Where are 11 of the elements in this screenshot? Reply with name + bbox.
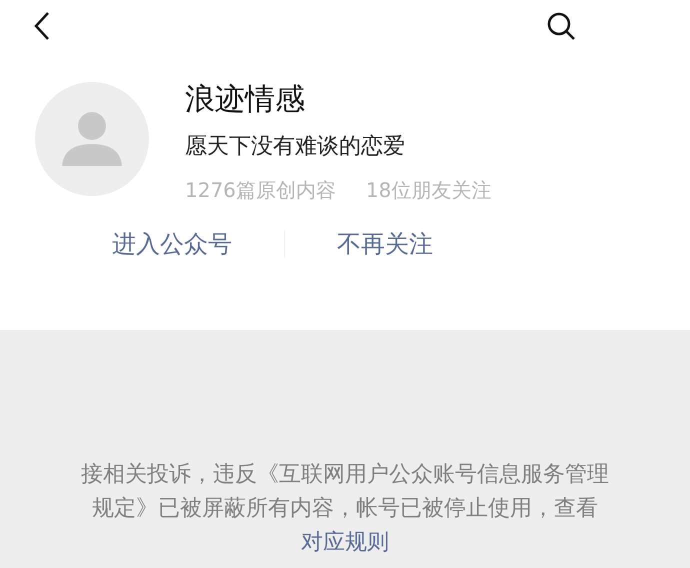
account-name: 浪迹情感 <box>185 81 306 119</box>
notice-text: 接相关投诉，违反《互联网用户公众账号信息服务管理规定》已被屏蔽所有内容，帐号已被停止使用，查看 对应规则 <box>80 461 610 557</box>
action-button[interactable]: 不再关注 <box>335 228 435 260</box>
stat-text: 18位朋友关注 <box>366 177 492 204</box>
search-icon[interactable] <box>546 11 576 41</box>
avatar-icon <box>35 82 149 196</box>
rules-link[interactable]: 对应规则 <box>301 530 389 555</box>
account-signature: 愿天下没有难谈的恋爱 <box>185 133 406 161</box>
stat-text: 1276篇原创内容 <box>185 177 336 204</box>
back-icon[interactable] <box>32 11 52 41</box>
action-button[interactable]: 进入公众号 <box>110 228 234 260</box>
